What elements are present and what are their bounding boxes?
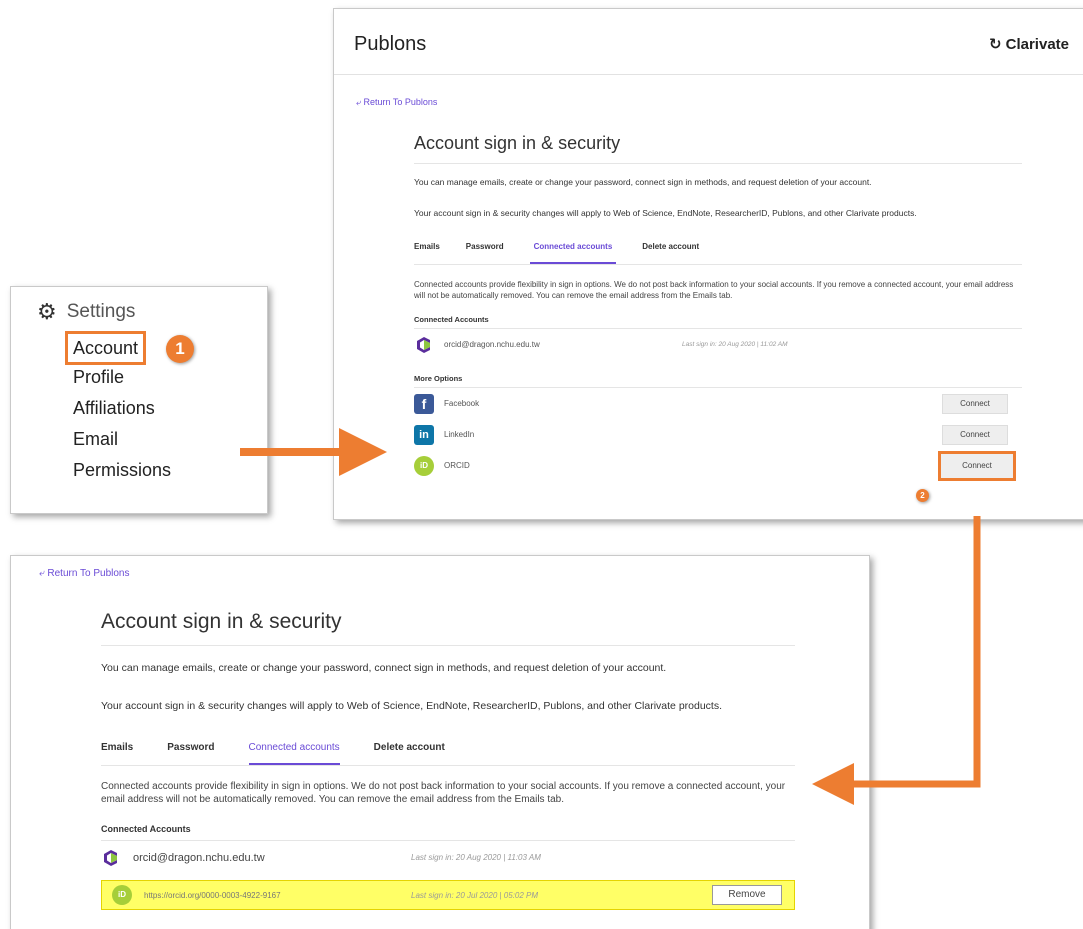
connected-account-email: orcid@dragon.nchu.edu.tw (133, 851, 265, 864)
connected-description: Connected accounts provide flexibility i… (414, 280, 1014, 300)
facebook-icon: f (414, 393, 434, 414)
connect-linkedin-button[interactable]: Connect (942, 424, 1008, 445)
settings-menu: Account Profile Affiliations Email Permi… (65, 331, 171, 486)
intro-text: You can manage emails, create or change … (101, 662, 667, 674)
products-text: Your account sign in & security changes … (414, 208, 917, 218)
settings-title: Settings (66, 301, 136, 322)
settings-header: ⚙ Settings (37, 301, 135, 323)
connected-description: Connected accounts provide flexibility i… (101, 781, 786, 805)
publons-result-panel: ⤶ Return To Publons Account sign in & se… (10, 555, 870, 929)
menu-item-profile[interactable]: Profile (73, 362, 171, 393)
clarivate-logo-icon: ↻ (989, 36, 1002, 53)
option-label: LinkedIn (444, 430, 475, 439)
last-sign-in: Last sign in: 20 Aug 2020 | 11:03 AM (411, 853, 541, 862)
clarivate-logo: ↻ Clarivate (989, 36, 1069, 53)
tabs: Emails Password Connected accounts Delet… (101, 742, 795, 765)
return-arrow-icon: ⤶ (356, 97, 364, 107)
step-badge-2: 2 (916, 489, 929, 502)
option-linkedin: in LinkedIn Connect (414, 419, 1022, 450)
clarivate-account-icon (417, 336, 430, 353)
intro-text: You can manage emails, create or change … (414, 177, 872, 187)
last-sign-in: Last sign in: 20 Aug 2020 | 11:02 AM (682, 341, 788, 348)
tab-emails[interactable]: Emails (101, 742, 133, 765)
tab-emails[interactable]: Emails (414, 242, 440, 264)
top-header: Publons ↻ Clarivate (334, 9, 1083, 75)
remove-orcid-button[interactable]: Remove (712, 885, 782, 905)
orcid-url: https://orcid.org/0000-0003-4922-9167 (144, 890, 281, 900)
more-options-heading: More Options (414, 374, 1022, 388)
tabs: Emails Password Connected accounts Delet… (414, 242, 1022, 264)
connected-account-row: orcid@dragon.nchu.edu.tw Last sign in: 2… (101, 841, 795, 874)
orcid-icon: iD (414, 455, 434, 476)
menu-item-email[interactable]: Email (73, 424, 171, 455)
tab-password[interactable]: Password (466, 242, 504, 264)
last-sign-in: Last sign in: 20 Jul 2020 | 05:02 PM (411, 890, 539, 900)
option-orcid: iD ORCID Connect (414, 450, 1022, 481)
tab-delete-account[interactable]: Delete account (374, 742, 445, 765)
return-to-publons-link[interactable]: ⤶ Return To Publons (39, 568, 129, 579)
return-to-publons-link[interactable]: ⤶ Return To Publons (356, 97, 437, 108)
settings-panel: ⚙ Settings Account Profile Affiliations … (10, 286, 268, 514)
option-label: ORCID (444, 461, 470, 470)
option-label: Facebook (444, 399, 480, 408)
products-text: Your account sign in & security changes … (101, 700, 723, 712)
tab-delete-account[interactable]: Delete account (642, 242, 699, 264)
option-facebook: f Facebook Connect (414, 388, 1022, 419)
page-title: Account sign in & security (101, 610, 795, 646)
connected-account-row: orcid@dragon.nchu.edu.tw Last sign in: 2… (414, 329, 1022, 360)
step-badge-1: 1 (166, 335, 194, 363)
orcid-connected-row: iD https://orcid.org/0000-0003-4922-9167… (101, 880, 795, 910)
menu-item-permissions[interactable]: Permissions (73, 455, 171, 486)
connected-account-email: orcid@dragon.nchu.edu.tw (444, 340, 540, 349)
menu-item-account[interactable]: Account (65, 331, 147, 365)
tab-password[interactable]: Password (167, 742, 214, 765)
linkedin-icon: in (414, 424, 434, 445)
account-security-content: Account sign in & security You can manag… (414, 133, 1022, 481)
menu-item-affiliations[interactable]: Affiliations (73, 393, 171, 424)
orcid-icon: iD (112, 885, 132, 905)
connected-accounts-heading: Connected Accounts (101, 824, 795, 841)
tab-connected-accounts[interactable]: Connected accounts (248, 742, 340, 765)
connect-orcid-button[interactable]: Connect (938, 450, 1016, 481)
clarivate-account-icon (104, 849, 117, 866)
connected-accounts-heading: Connected Accounts (414, 315, 1022, 329)
account-security-content: Account sign in & security You can manag… (101, 610, 795, 910)
tab-connected-accounts[interactable]: Connected accounts (529, 242, 617, 264)
page-title: Account sign in & security (414, 133, 1022, 164)
connect-facebook-button[interactable]: Connect (942, 393, 1008, 414)
publons-connect-panel: Publons ↻ Clarivate ⤶ Return To Publons A… (333, 8, 1083, 520)
publons-brand[interactable]: Publons (354, 33, 426, 56)
gear-icon: ⚙ (37, 299, 57, 324)
